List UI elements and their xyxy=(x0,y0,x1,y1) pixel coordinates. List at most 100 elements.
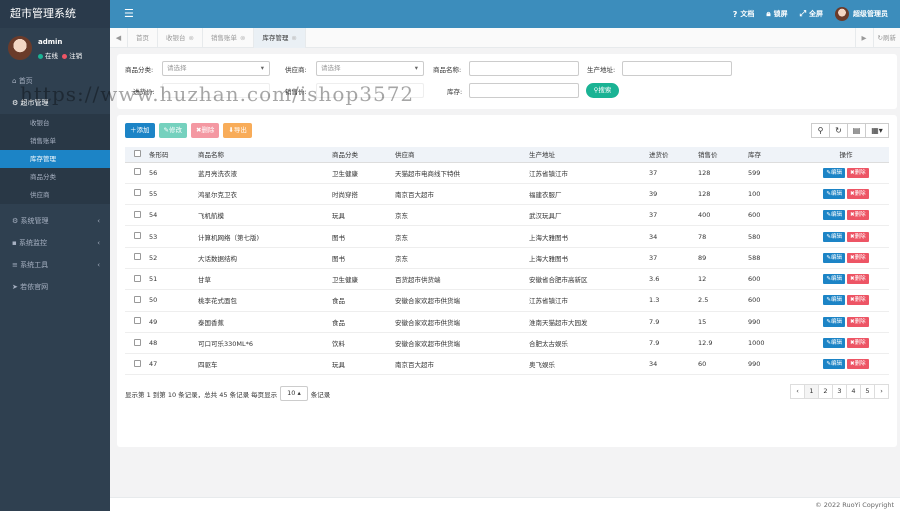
sidebar-item-website[interactable]: ➤ 若依官网 xyxy=(0,276,110,298)
export-button[interactable]: ⬇导出 xyxy=(223,123,252,138)
table-row[interactable]: 54 飞机航模 玩具 京东 武汉玩具厂 37 400 600 ✎编辑 ✖删除 xyxy=(125,204,889,227)
column-header[interactable]: 生产地址 xyxy=(529,147,649,163)
docs-button[interactable]: ? 文档 xyxy=(733,9,755,19)
column-header[interactable]: 商品名称 xyxy=(198,147,332,163)
table-row[interactable]: 52 大话数据结构 图书 京东 上海大雅图书 37 89 588 ✎编辑 ✖删除 xyxy=(125,247,889,269)
row-delete-button[interactable]: ✖删除 xyxy=(847,274,869,285)
row-checkbox[interactable] xyxy=(133,168,141,176)
toggle-search-icon[interactable]: ⚲ xyxy=(811,123,830,138)
prev-page-button[interactable]: ‹ xyxy=(790,384,805,399)
row-delete-button[interactable]: ✖删除 xyxy=(847,210,869,221)
avatar[interactable] xyxy=(8,36,32,60)
row-checkbox[interactable] xyxy=(133,274,141,282)
table-row[interactable]: 53 计算机网络（第七版) 图书 京东 上海大雅图书 34 78 580 ✎编辑 ✖删除 xyxy=(125,225,889,248)
row-checkbox[interactable] xyxy=(133,232,141,240)
sidebar-item-tools[interactable]: ≡ 系统工具 ‹ xyxy=(0,254,110,276)
row-checkbox[interactable] xyxy=(133,359,141,367)
row-edit-button[interactable]: ✎编辑 xyxy=(823,338,845,349)
sidebar-item-category[interactable]: 商品分类 xyxy=(0,168,110,186)
row-checkbox[interactable] xyxy=(133,189,141,197)
sidebar-item-home[interactable]: ⌂ 首页 xyxy=(0,70,110,92)
table-row[interactable]: 49 泰国香蕉 食品 安徽合家欢超市供货端 淮南天猫超市大园发 7.9 15 990 ✎编辑 ✖删… xyxy=(125,311,889,333)
row-edit-button[interactable]: ✎编辑 xyxy=(823,167,845,178)
row-delete-button[interactable]: ✖删除 xyxy=(847,338,869,349)
sidebar-item-supplier[interactable]: 供应商 xyxy=(0,186,110,204)
product-name-input[interactable] xyxy=(469,61,579,76)
stock-input[interactable] xyxy=(469,83,579,98)
row-checkbox[interactable] xyxy=(133,253,141,261)
sidebar-item-monitor[interactable]: ▪ 系统监控 ‹ xyxy=(0,232,110,254)
close-icon[interactable]: ⊗ xyxy=(291,34,296,42)
row-checkbox[interactable] xyxy=(133,295,141,303)
supplier-select[interactable]: 请选择 ▾ xyxy=(316,61,424,76)
column-header[interactable]: 条形码 xyxy=(149,147,198,163)
page-button[interactable]: 5 xyxy=(860,384,875,399)
sidebar-item-sales-bill[interactable]: 销售账单 xyxy=(0,132,110,150)
row-delete-button[interactable]: ✖删除 xyxy=(847,252,869,263)
sidebar-item-system[interactable]: ⚙ 系统管理 ‹ xyxy=(0,210,110,232)
tab-cashier[interactable]: 收银台 ⊗ xyxy=(158,28,203,48)
row-checkbox[interactable] xyxy=(133,338,141,346)
close-icon[interactable]: ⊗ xyxy=(189,34,194,42)
row-edit-button[interactable]: ✎编辑 xyxy=(823,316,845,327)
columns-icon[interactable]: ▦▾ xyxy=(865,123,889,138)
row-edit-button[interactable]: ✎编辑 xyxy=(823,188,845,199)
row-checkbox[interactable] xyxy=(133,317,141,325)
table-row[interactable]: 47 四驱车 玩具 南京百大超市 奥飞娱乐 34 60 990 ✎编辑 ✖删除 xyxy=(125,353,889,376)
page-button[interactable]: 4 xyxy=(846,384,861,399)
user-menu[interactable]: 超级管理员 xyxy=(835,7,888,21)
sale-price-input[interactable] xyxy=(316,83,424,98)
page-size-select[interactable]: 10 ▴ xyxy=(280,386,308,401)
refresh-table-icon[interactable]: ↻ xyxy=(829,123,848,138)
purchase-price-input[interactable] xyxy=(162,83,270,98)
column-header[interactable]: 进货价 xyxy=(649,147,698,163)
row-delete-button[interactable]: ✖删除 xyxy=(847,188,869,199)
table-row[interactable]: 48 可口可乐330ML*6 饮料 安徽合家欢超市供货端 合肥太古娱乐 7.9 12.9 10… xyxy=(125,332,889,355)
table-row[interactable]: 51 甘草 卫生健康 百货超市供货端 安徽省合肥市高新区 3.6 12 600 ✎编辑 ✖删除 xyxy=(125,268,889,291)
close-icon[interactable]: ⊗ xyxy=(240,34,245,42)
row-checkbox[interactable] xyxy=(133,210,141,218)
page-button[interactable]: 2 xyxy=(818,384,833,399)
search-button[interactable]: ⚲搜索 xyxy=(586,83,619,98)
row-edit-button[interactable]: ✎编辑 xyxy=(823,359,845,370)
toggle-view-icon[interactable]: ▤ xyxy=(847,123,866,138)
tabs-scroll-left-icon[interactable]: ◀ xyxy=(110,28,128,48)
tab-inventory[interactable]: 库存管理 ⊗ xyxy=(254,28,306,48)
sidebar-item-cashier[interactable]: 收银台 xyxy=(0,114,110,132)
row-delete-button[interactable]: ✖删除 xyxy=(847,167,869,178)
fullscreen-button[interactable]: ⤢ 全屏 xyxy=(800,9,823,19)
column-header[interactable]: 供应商 xyxy=(395,147,529,163)
sidebar-item-supermarket[interactable]: ⚙ 超市管理 xyxy=(0,92,110,114)
table-row[interactable]: 50 桃李花式面包 食品 安徽合家欢超市供货端 江苏省镇江市 1.3 2.5 600 ✎编辑 ✖删… xyxy=(125,289,889,312)
logout-link[interactable]: 注销 xyxy=(69,52,82,60)
lock-button[interactable]: 🔒︎ 锁屏 xyxy=(766,9,787,19)
add-button[interactable]: ＋添加 xyxy=(125,123,155,138)
sidebar-item-inventory[interactable]: 库存管理 xyxy=(0,150,110,168)
row-delete-button[interactable]: ✖删除 xyxy=(847,359,869,370)
tabs-scroll-right-icon[interactable]: ▶ xyxy=(854,28,873,48)
select-all-checkbox[interactable] xyxy=(133,149,141,157)
category-select[interactable]: 请选择 ▾ xyxy=(162,61,270,76)
page-button[interactable]: 3 xyxy=(832,384,847,399)
refresh-button[interactable]: ↻刷新 xyxy=(872,28,900,48)
row-delete-button[interactable]: ✖删除 xyxy=(847,231,869,242)
row-edit-button[interactable]: ✎编辑 xyxy=(823,295,845,306)
address-input[interactable] xyxy=(622,61,732,76)
row-edit-button[interactable]: ✎编辑 xyxy=(823,210,845,221)
tab-home[interactable]: 首页 xyxy=(128,28,158,48)
edit-button[interactable]: ✎修改 xyxy=(158,123,187,138)
column-header[interactable]: 商品分类 xyxy=(332,147,395,163)
delete-button[interactable]: ✖删除 xyxy=(190,123,220,138)
row-edit-button[interactable]: ✎编辑 xyxy=(823,252,845,263)
row-edit-button[interactable]: ✎编辑 xyxy=(823,274,845,285)
row-delete-button[interactable]: ✖删除 xyxy=(847,316,869,327)
table-row[interactable]: 55 鸿星尔克卫衣 时尚穿搭 南京百大超市 福建衣服厂 39 128 100 ✎编辑 ✖删除 xyxy=(125,183,889,206)
table-row[interactable]: 56 蓝月亮洗衣液 卫生健康 天猫超市电商线下特供 江苏省镇江市 37 128 599 ✎编辑 ✖… xyxy=(125,162,889,184)
column-header[interactable]: 库存 xyxy=(748,147,803,163)
row-delete-button[interactable]: ✖删除 xyxy=(847,295,869,306)
row-edit-button[interactable]: ✎编辑 xyxy=(823,231,845,242)
tab-sales-bill[interactable]: 销售账单 ⊗ xyxy=(203,28,255,48)
menu-toggle-icon[interactable]: ☰ xyxy=(124,7,134,20)
page-button[interactable]: 1 xyxy=(804,384,819,399)
next-page-button[interactable]: › xyxy=(874,384,889,399)
